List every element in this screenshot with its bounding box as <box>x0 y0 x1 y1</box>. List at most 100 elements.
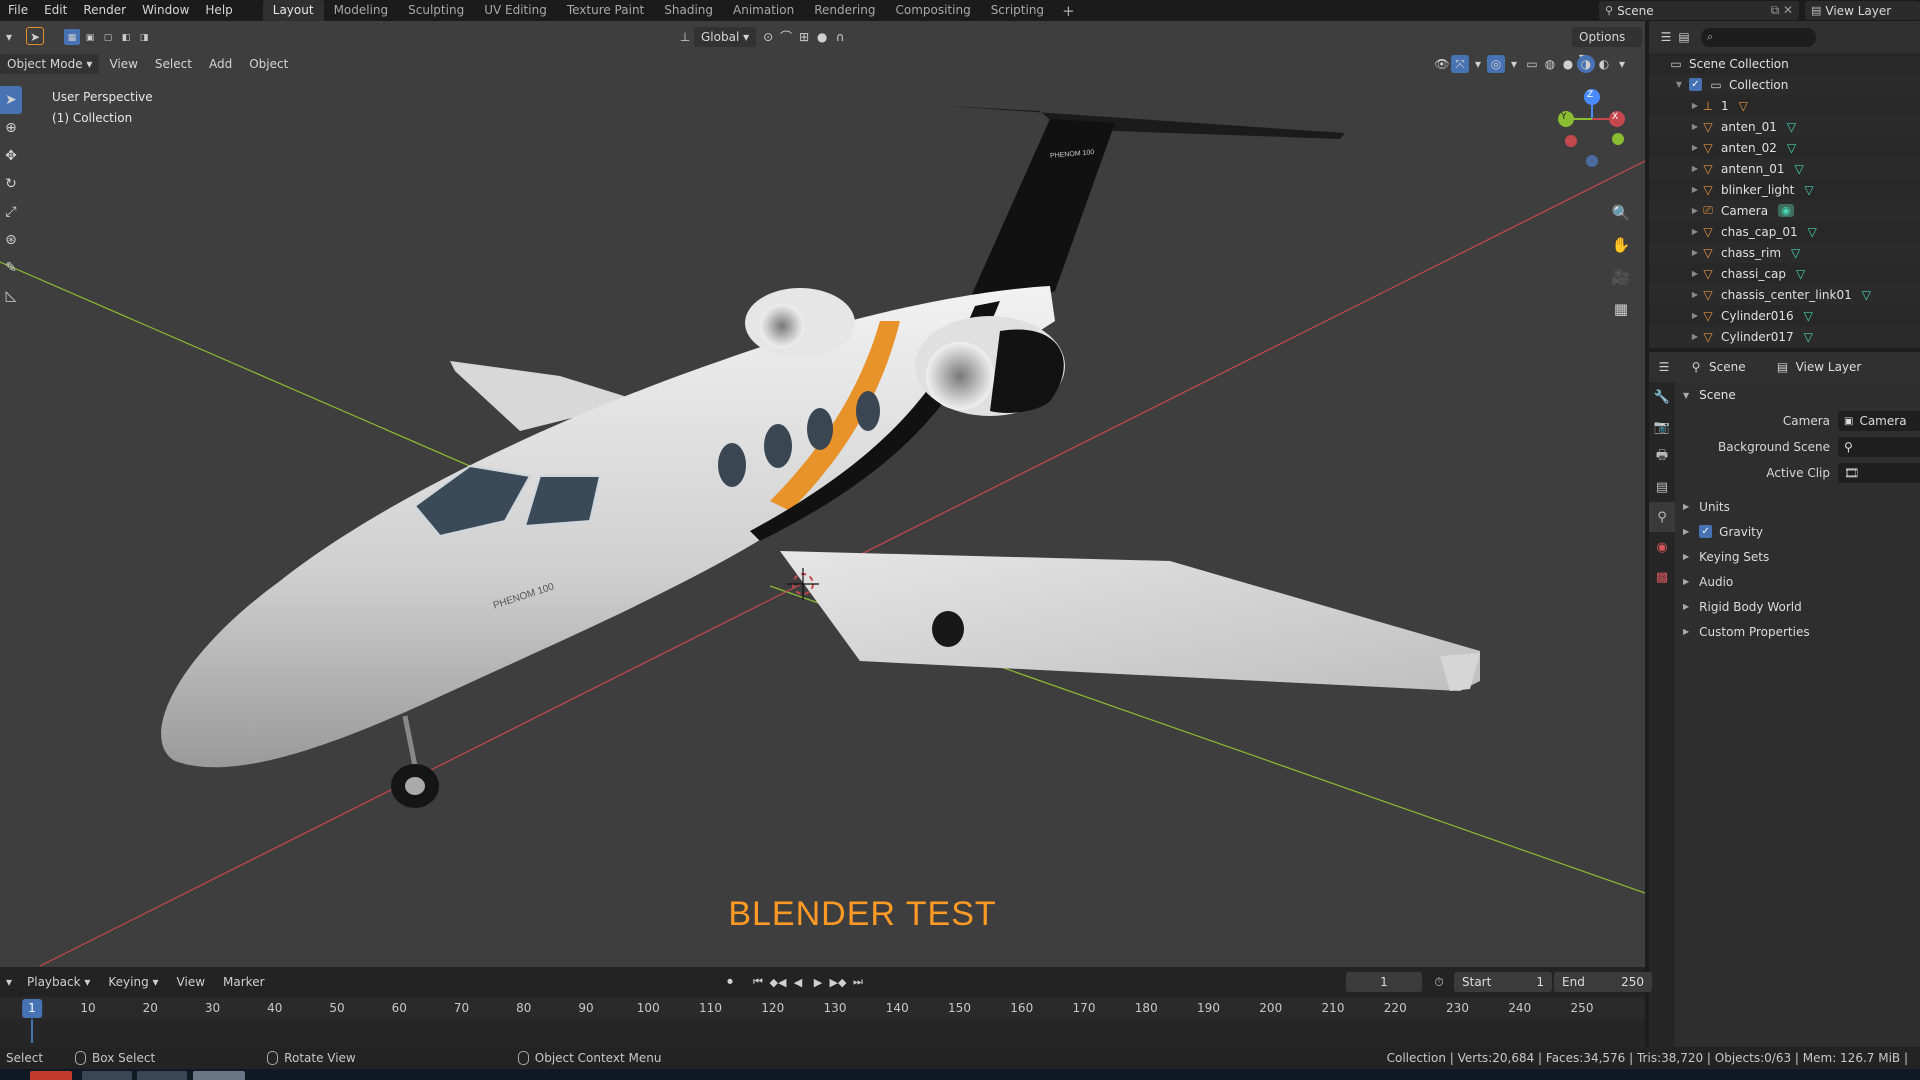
outliner-item[interactable]: ▶ ▽ anten_01 ▽ <box>1649 116 1920 137</box>
view-layer-tab-icon[interactable]: ▤ <box>1649 472 1675 502</box>
stopwatch-icon[interactable]: ⏱ <box>1430 973 1448 991</box>
taskbar-app-icon[interactable] <box>193 1071 245 1080</box>
timeline-editor-icon[interactable]: ▾ <box>0 973 18 991</box>
expand-icon[interactable]: ▶ <box>1689 227 1701 236</box>
menu-marker[interactable]: Marker <box>214 975 273 989</box>
jump-end-icon[interactable]: ⏭ <box>848 973 868 991</box>
scene-tab-icon[interactable]: ⚲ <box>1649 502 1675 532</box>
scene-field[interactable]: ⚲ Scene ⧉ ✕ <box>1599 1 1799 20</box>
view-layer-field[interactable]: ▤ View Layer <box>1805 1 1920 20</box>
zoom-icon[interactable]: 🔍 <box>1607 199 1635 227</box>
expand-icon[interactable]: ▶ <box>1689 101 1701 110</box>
camera-view-icon[interactable]: 🎥 <box>1607 263 1635 291</box>
jump-start-icon[interactable]: ⏮ <box>748 973 768 991</box>
annotate-tool-icon[interactable]: ✎ <box>0 254 22 282</box>
tab-uv-editing[interactable]: UV Editing <box>474 0 557 21</box>
camera-field[interactable]: ▣ Camera <box>1838 411 1920 431</box>
expand-icon[interactable]: ▶ <box>1689 290 1701 299</box>
tool-tab-icon[interactable]: 🔧 <box>1649 382 1675 412</box>
timeline-track[interactable] <box>0 1019 1645 1047</box>
mesh-data-icon[interactable]: ▽ <box>1795 162 1804 176</box>
select-cursor-icon[interactable]: ➤ <box>26 27 44 45</box>
select-invert-icon[interactable]: ◧ <box>118 29 134 45</box>
output-tab-icon[interactable]: 🖶 <box>1649 442 1675 472</box>
world-tab-icon[interactable]: ◉ <box>1649 532 1675 562</box>
playhead[interactable] <box>31 1019 33 1043</box>
select-box-tool-icon[interactable]: ➤ <box>0 86 22 114</box>
overlay-toggle-icon[interactable]: ◎ <box>1487 55 1505 73</box>
scene-collection-row[interactable]: ▭ Scene Collection <box>1649 53 1920 74</box>
expand-icon[interactable]: ▶ <box>1689 164 1701 173</box>
outliner-item[interactable]: ▶ ▽ chas_cap_01 ▽ <box>1649 221 1920 242</box>
expand-icon[interactable]: ▶ <box>1689 332 1701 341</box>
tab-sculpting[interactable]: Sculpting <box>398 0 474 21</box>
cursor-tool-icon[interactable]: ⊕ <box>0 114 22 142</box>
taskbar-app-icon[interactable] <box>137 1071 187 1080</box>
options-dropdown[interactable]: Options ▾ <box>1572 27 1642 64</box>
new-scene-icon[interactable]: ⧉ ✕ <box>1771 3 1793 18</box>
outliner-item[interactable]: ▶ ▽ chass_rim ▽ <box>1649 242 1920 263</box>
pivot-point-icon[interactable]: ⊙ <box>759 28 777 46</box>
custom-properties-panel[interactable]: ▶ Custom Properties <box>1677 619 1920 644</box>
select-subtract-icon[interactable]: ▢ <box>100 29 116 45</box>
mesh-data-icon[interactable]: ▽ <box>1791 246 1800 260</box>
outliner-item[interactable]: ▶ ⊥ 1 ▽ <box>1649 95 1920 116</box>
start-frame-field[interactable]: Start 1 <box>1454 972 1552 992</box>
background-scene-field[interactable]: ⚲ <box>1838 437 1920 457</box>
transform-tool-icon[interactable]: ⊛ <box>0 226 22 254</box>
gizmo-toggle-icon[interactable]: ⤧ <box>1451 55 1469 73</box>
gravity-panel[interactable]: ▶ ✓ Gravity <box>1677 519 1920 544</box>
mesh-data-icon[interactable]: ▽ <box>1796 267 1805 281</box>
outliner-item[interactable]: ▶ ▽ Cylinder016 ▽ <box>1649 305 1920 326</box>
play-reverse-icon[interactable]: ◀ <box>788 973 808 991</box>
current-frame-field[interactable]: 1 <box>1346 972 1422 992</box>
proportional-edit-icon[interactable]: ● <box>813 28 831 46</box>
mesh-data-icon[interactable]: ▽ <box>1787 141 1796 155</box>
tab-compositing[interactable]: Compositing <box>885 0 980 21</box>
mesh-data-icon[interactable]: ▽ <box>1808 225 1817 239</box>
taskbar-app-icon[interactable] <box>82 1071 132 1080</box>
gravity-checkbox[interactable]: ✓ <box>1699 525 1713 538</box>
3d-viewport[interactable]: PHENOM 100 PHENOM 100 Z X Y ▾ ➤ ▦ ▣ ▢ ◧ … <box>0 21 1645 967</box>
active-clip-field[interactable]: 🎞 <box>1838 463 1920 483</box>
taskbar-app-icon[interactable] <box>30 1071 72 1080</box>
mesh-data-icon[interactable]: ▽ <box>1787 120 1796 134</box>
outliner-search-input[interactable]: ⌕ <box>1701 27 1816 47</box>
tab-rendering[interactable]: Rendering <box>804 0 885 21</box>
render-tab-icon[interactable]: 📷 <box>1649 412 1675 442</box>
rigid-body-world-panel[interactable]: ▶ Rigid Body World <box>1677 594 1920 619</box>
outliner-item[interactable]: ▶ ▽ chassis_center_link01 ▽ <box>1649 284 1920 305</box>
add-workspace-button[interactable]: + <box>1054 2 1083 20</box>
outliner-editor-icon[interactable]: ☰ <box>1657 28 1675 46</box>
outliner-item[interactable]: ▶ ⎚ Camera ◉ <box>1649 200 1920 221</box>
gizmo-dropdown-icon[interactable]: ▾ <box>1469 55 1487 73</box>
menu-timeline-view[interactable]: View <box>168 975 214 989</box>
outliner-item[interactable]: ▶ ▽ Cylinder017 ▽ <box>1649 326 1920 347</box>
expand-icon[interactable]: ▶ <box>1689 185 1701 194</box>
visibility-icon[interactable]: 👁 <box>1433 55 1451 73</box>
current-frame-indicator[interactable]: 1 <box>22 999 42 1018</box>
menu-help[interactable]: Help <box>197 0 240 21</box>
measure-tool-icon[interactable]: ◺ <box>0 282 22 310</box>
texture-tab-icon[interactable]: ▩ <box>1649 562 1675 592</box>
material-shading-icon[interactable]: ◑ <box>1577 55 1595 73</box>
outliner-item[interactable]: ▶ ▽ chassi_cap ▽ <box>1649 263 1920 284</box>
mesh-data-icon[interactable]: ▽ <box>1804 330 1813 344</box>
outliner-item[interactable]: ▶ ▽ antenn_01 ▽ <box>1649 158 1920 179</box>
units-panel[interactable]: ▶ Units <box>1677 494 1920 519</box>
mesh-data-icon[interactable]: ▽ <box>1862 288 1871 302</box>
object-mode-dropdown[interactable]: Object Mode ▾ <box>0 54 100 74</box>
tab-texture-paint[interactable]: Texture Paint <box>557 0 654 21</box>
scene-panel-header[interactable]: ▼ Scene <box>1677 382 1920 408</box>
outliner-item[interactable]: ▶ ▽ blinker_light ▽ <box>1649 179 1920 200</box>
expand-icon[interactable]: ▶ <box>1689 206 1701 215</box>
editor-type-icon[interactable]: ▾ <box>0 28 18 46</box>
menu-render[interactable]: Render <box>75 0 134 21</box>
move-tool-icon[interactable]: ✥ <box>0 142 22 170</box>
falloff-icon[interactable]: ∩ <box>831 28 849 46</box>
expand-icon[interactable]: ▶ <box>1689 248 1701 257</box>
xray-icon[interactable]: ▭ <box>1523 55 1541 73</box>
expand-icon[interactable]: ▶ <box>1689 122 1701 131</box>
scale-tool-icon[interactable]: ⤢ <box>0 198 22 226</box>
pan-hand-icon[interactable]: ✋ <box>1607 231 1635 259</box>
